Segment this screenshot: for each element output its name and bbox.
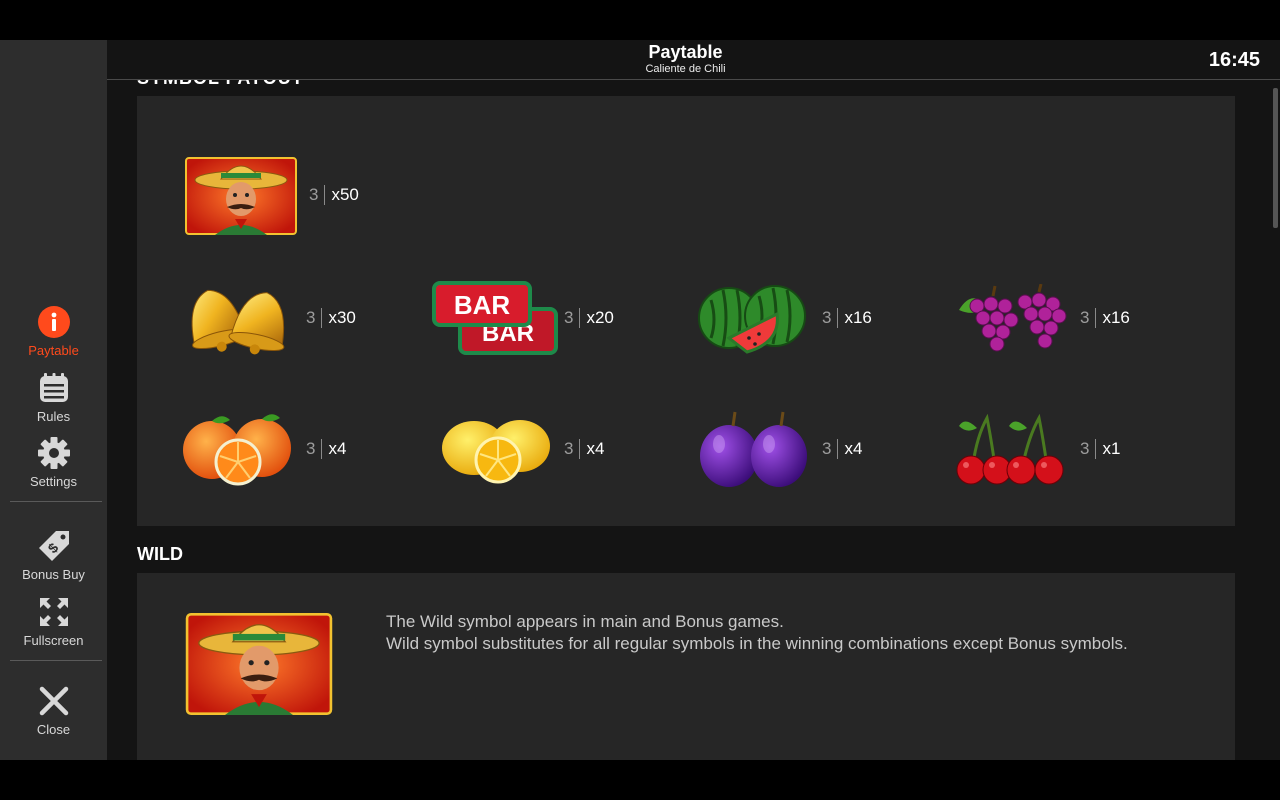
paytable-header: Paytable Caliente de Chili 16:45 [107, 40, 1280, 80]
fullscreen-arrows-icon [37, 595, 71, 629]
golden-bells-symbol [175, 278, 297, 363]
gear-icon [37, 436, 71, 470]
sidebar-divider [10, 501, 102, 502]
clock: 16:45 [1208, 49, 1260, 71]
symbol-count: 3 [309, 185, 319, 204]
game-name: Caliente de Chili [645, 63, 726, 75]
cherries-symbol [955, 413, 1069, 491]
sidebar-item-label: Bonus Buy [22, 567, 85, 582]
sidebar-item-settings[interactable]: Settings [0, 436, 107, 489]
sidebar-item-rules[interactable]: Rules [0, 371, 107, 424]
page-title: Paytable [648, 42, 723, 62]
sidebar-item-paytable[interactable]: Paytable [0, 305, 107, 358]
payout-multiplier: x1 [1102, 439, 1121, 458]
payout-multiplier: x16 [1102, 308, 1130, 327]
bottom-letterbox-bar [0, 760, 1280, 800]
payout-row: 3 x20 [564, 306, 614, 330]
oranges-symbol [182, 412, 294, 491]
symbol-count: 3 [306, 439, 316, 458]
payout-row: 3 x16 [822, 306, 872, 330]
symbol-count: 3 [306, 308, 316, 327]
double-bar-symbol: BAR BAR [432, 279, 560, 364]
payout-multiplier: x4 [586, 439, 605, 458]
symbol-count: 3 [822, 439, 832, 458]
symbol-count: 3 [822, 308, 832, 327]
sidebar-divider [10, 660, 102, 661]
symbol-count: 3 [564, 439, 574, 458]
payout-row: 3 x16 [1080, 306, 1130, 330]
symbol-count: 3 [1080, 308, 1090, 327]
wild-description-line: Wild symbol substitutes for all regular … [386, 634, 1128, 653]
payout-multiplier: x50 [331, 185, 359, 204]
payout-row: 3 x1 [1080, 437, 1120, 461]
symbol-payout-panel: 3 x50 3 x30 BAR BAR 3 x20 3 x16 3 x16 3 … [137, 96, 1235, 526]
scrollbar-thumb[interactable] [1273, 88, 1278, 228]
plums-symbol [697, 408, 809, 495]
wild-section-title: WILD [137, 544, 183, 564]
sidebar-item-label: Fullscreen [23, 633, 84, 648]
payout-row: 3 x4 [306, 437, 346, 461]
wild-mariachi-symbol [185, 157, 297, 240]
bar-text: BAR [454, 290, 511, 320]
payout-row: 3 x30 [306, 306, 356, 330]
price-tag-dollar-icon: $ [37, 529, 71, 563]
wild-mariachi-symbol-large [185, 613, 333, 720]
wild-description-line: The Wild symbol appears in main and Bonu… [386, 612, 784, 631]
paytable-main[interactable]: SYMBOL PAYOUT 3x50 [107, 40, 1280, 760]
wild-description: The Wild symbol appears in main and Bonu… [386, 611, 1206, 655]
sidebar-item-bonus-buy[interactable]: $ Bonus Buy [0, 529, 107, 582]
sidebar-item-label: Paytable [28, 343, 79, 358]
lemons-symbol [440, 412, 552, 491]
top-letterbox-bar [0, 0, 1280, 40]
payout-row: 3 x50 [309, 183, 359, 207]
info-icon [37, 305, 71, 339]
close-x-icon [37, 684, 71, 718]
sidebar-item-label: Close [36, 722, 71, 737]
payout-row: 3 x4 [822, 437, 862, 461]
payout-multiplier: x20 [586, 308, 614, 327]
payout-row: 3 x4 [564, 437, 604, 461]
sidebar-item-label: Rules [36, 409, 71, 424]
wild-panel: The Wild symbol appears in main and Bonu… [137, 573, 1235, 760]
payout-multiplier: x30 [328, 308, 356, 327]
watermelon-symbol [697, 280, 809, 361]
grapes-symbol [955, 283, 1069, 361]
sidebar: Paytable Rules Settings $ Bonus Buy Full… [0, 40, 107, 760]
payout-multiplier: x16 [844, 308, 872, 327]
sidebar-item-label: Settings [30, 474, 77, 489]
symbol-count: 3 [564, 308, 574, 327]
sidebar-item-close[interactable]: Close [0, 684, 107, 737]
sidebar-item-fullscreen[interactable]: Fullscreen [0, 595, 107, 648]
payout-multiplier: x4 [844, 439, 863, 458]
notepad-icon [37, 371, 71, 405]
payout-multiplier: x4 [328, 439, 347, 458]
symbol-count: 3 [1080, 439, 1090, 458]
